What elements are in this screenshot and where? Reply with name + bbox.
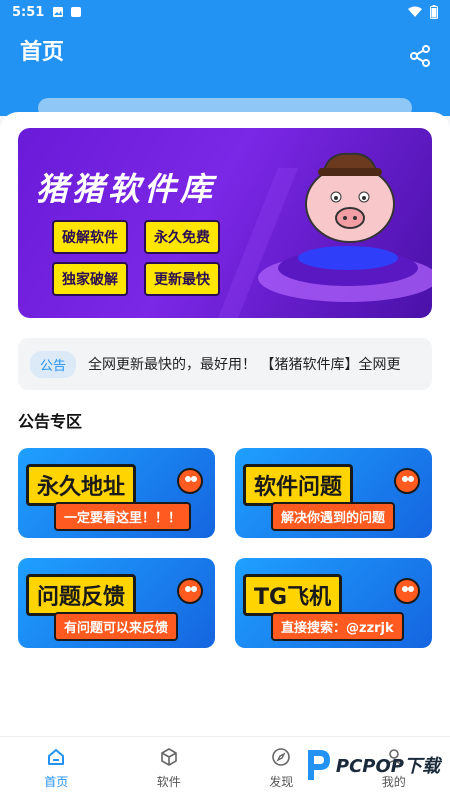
share-icon[interactable] xyxy=(408,44,432,68)
card-title: 问题反馈 xyxy=(26,574,137,616)
status-bar: 5:51 xyxy=(0,0,450,24)
banner-title: 猪猪软件库 xyxy=(36,170,217,208)
announcement-card[interactable]: TG飞机 直接搜索：@zzrjk xyxy=(235,558,432,648)
megaphone-icon xyxy=(177,468,203,494)
announcement-card[interactable]: 软件问题 解决你遇到的问题 xyxy=(235,448,432,538)
card-subtitle: 有问题可以来反馈 xyxy=(54,612,179,641)
watermark-text: PCPOP下载 xyxy=(335,756,440,777)
card-title: TG飞机 xyxy=(243,574,343,616)
banner-tag: 永久免费 xyxy=(144,220,220,254)
status-time: 5:51 xyxy=(12,4,45,20)
megaphone-icon xyxy=(394,578,420,604)
notice-chip: 公告 xyxy=(30,350,77,378)
notice-bar[interactable]: 公告 全网更新最快的，最好用！ 【猪猪软件库】全网更 xyxy=(18,338,432,390)
nav-label: 发现 xyxy=(269,775,294,789)
banner-tag: 独家破解 xyxy=(52,262,128,296)
notification-icon xyxy=(71,7,82,17)
card-subtitle: 一定要看这里！！！ xyxy=(54,502,192,531)
banner-tag: 破解软件 xyxy=(52,220,128,254)
watermark: PCPOP下载 xyxy=(304,748,440,782)
nav-item-software[interactable]: 软件 xyxy=(113,737,226,800)
wifi-icon xyxy=(408,6,422,17)
home-icon xyxy=(48,749,65,765)
battery-icon xyxy=(430,5,438,19)
megaphone-icon xyxy=(394,468,420,494)
card-title: 永久地址 xyxy=(26,464,137,506)
banner[interactable]: 猪猪软件库 破解软件 永久免费 独家破解 更新最快 xyxy=(18,128,432,318)
page-title: 首页 xyxy=(20,40,65,65)
compass-icon xyxy=(272,748,291,766)
nav-item-home[interactable]: 首页 xyxy=(0,737,113,800)
announcement-card[interactable]: 问题反馈 有问题可以来反馈 xyxy=(18,558,215,648)
nav-label: 首页 xyxy=(44,775,69,789)
card-subtitle: 解决你遇到的问题 xyxy=(271,502,396,531)
cube-icon xyxy=(160,748,177,766)
notice-text: 全网更新最快的，最好用！ 【猪猪软件库】全网更 xyxy=(88,357,401,373)
pig-mascot-icon xyxy=(305,152,395,243)
banner-tag: 更新最快 xyxy=(144,262,220,296)
pcpop-logo-icon xyxy=(307,750,330,780)
gallery-icon xyxy=(53,7,64,17)
card-subtitle: 直接搜索：@zzrjk xyxy=(271,612,404,641)
section-title: 公告专区 xyxy=(18,412,83,431)
nav-label: 软件 xyxy=(156,775,181,789)
megaphone-icon xyxy=(177,578,203,604)
card-title: 软件问题 xyxy=(243,464,354,506)
announcement-card[interactable]: 永久地址 一定要看这里！！！ xyxy=(18,448,215,538)
